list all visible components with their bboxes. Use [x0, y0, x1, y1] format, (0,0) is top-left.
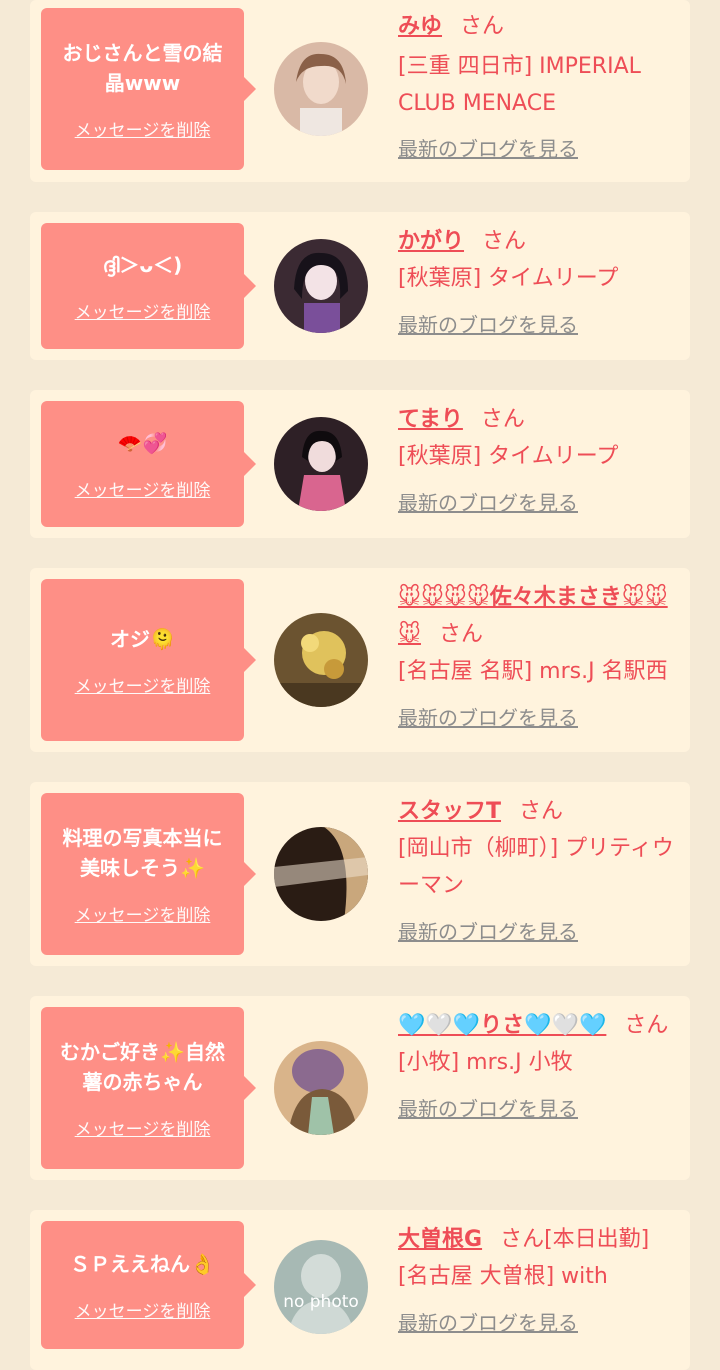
cast-name-link[interactable]: みゆ: [398, 14, 442, 39]
message-text: 🪭💞: [117, 430, 168, 455]
cast-name-link[interactable]: てまり: [398, 407, 463, 432]
delete-message-link[interactable]: メッセージを削除: [75, 901, 211, 926]
san-suffix: さん: [482, 229, 527, 254]
san-suffix: さん: [480, 407, 525, 432]
cast-name-link[interactable]: 大曽根G: [398, 1227, 482, 1252]
message-card: おじさんと雪の結晶www メッセージを削除 みゆ さん [三重 四日市] IMPE…: [30, 0, 690, 182]
avatar[interactable]: [274, 613, 368, 707]
message-list: おじさんと雪の結晶www メッセージを削除 みゆ さん [三重 四日市] IMPE…: [0, 0, 720, 1370]
message-text: むかご好き✨自然薯の赤ちゃん: [60, 1039, 225, 1094]
message-bubble: 料理の写真本当に美味しそう✨ メッセージを削除: [41, 793, 256, 955]
avatar[interactable]: [274, 417, 368, 511]
message-card: むかご好き✨自然薯の赤ちゃん メッセージを削除 🩵🤍🩵りさ🩵🤍🩵 さん [小牧] …: [30, 996, 690, 1180]
cast-name-link[interactable]: かがり: [398, 229, 464, 254]
san-suffix: さん: [460, 14, 505, 39]
shop-info: [秋葉原] タイムリープ: [398, 444, 619, 469]
no-photo-label: no photo: [283, 1292, 359, 1312]
delete-message-link[interactable]: メッセージを削除: [75, 1115, 211, 1140]
san-suffix: さん: [624, 1013, 669, 1038]
latest-blog-link[interactable]: 最新のブログを見る: [398, 703, 578, 733]
shop-info: [小牧] mrs.J 小牧: [398, 1050, 573, 1075]
message-text: ＳＰええねん👌: [70, 1251, 215, 1276]
status-suffix: [本日出勤]: [544, 1227, 650, 1252]
message-card: ദ്ദി＞ᴗ＜) メッセージを削除 かがり さん [秋葉原] タイムリープ 最新の…: [30, 212, 690, 360]
delete-message-link[interactable]: メッセージを削除: [75, 476, 211, 501]
message-bubble: ＳＰええねん👌 メッセージを削除: [41, 1221, 256, 1349]
latest-blog-link[interactable]: 最新のブログを見る: [398, 134, 578, 164]
message-bubble: オジ🫠 メッセージを削除: [41, 579, 256, 741]
shop-info: [名古屋 名駅] mrs.J 名駅西: [398, 659, 668, 684]
san-suffix: さん: [438, 622, 483, 647]
message-bubble: おじさんと雪の結晶www メッセージを削除: [41, 8, 256, 170]
message-text: 料理の写真本当に美味しそう✨: [62, 825, 223, 880]
message-bubble: 🪭💞 メッセージを削除: [41, 401, 256, 527]
san-suffix: さん: [519, 799, 564, 824]
message-text: おじさんと雪の結晶www: [62, 40, 223, 95]
message-card: 料理の写真本当に美味しそう✨ メッセージを削除 スタッフT さん [岡山市（柳町）…: [30, 782, 690, 966]
message-bubble: むかご好き✨自然薯の赤ちゃん メッセージを削除: [41, 1007, 256, 1169]
latest-blog-link[interactable]: 最新のブログを見る: [398, 488, 578, 518]
latest-blog-link[interactable]: 最新のブログを見る: [398, 310, 578, 340]
delete-message-link[interactable]: メッセージを削除: [75, 1297, 211, 1322]
shop-info: [名古屋 大曽根] with: [398, 1264, 608, 1289]
cast-name-link[interactable]: 🩵🤍🩵りさ🩵🤍🩵: [398, 1013, 606, 1038]
avatar[interactable]: [274, 1041, 368, 1135]
delete-message-link[interactable]: メッセージを削除: [75, 116, 211, 141]
latest-blog-link[interactable]: 最新のブログを見る: [398, 1308, 578, 1338]
avatar[interactable]: [274, 42, 368, 136]
avatar[interactable]: no photo: [274, 1240, 368, 1334]
message-card: オジ🫠 メッセージを削除 🐭🐭🐭🐭佐々木まさき🐭🐭🐭 さん [名古屋 名駅] mr…: [30, 568, 690, 752]
shop-info: [岡山市（柳町）] プリティウーマン: [398, 836, 674, 898]
avatar[interactable]: [274, 827, 368, 921]
avatar[interactable]: [274, 239, 368, 333]
message-bubble: ദ്ദി＞ᴗ＜) メッセージを削除: [41, 223, 256, 349]
cast-name-link[interactable]: スタッフT: [398, 799, 501, 824]
delete-message-link[interactable]: メッセージを削除: [75, 672, 211, 697]
san-suffix: さん: [500, 1227, 545, 1252]
latest-blog-link[interactable]: 最新のブログを見る: [398, 1094, 578, 1124]
message-text: ദ്ദി＞ᴗ＜): [102, 252, 183, 277]
message-card: ＳＰええねん👌 メッセージを削除 no photo 大曽根G さん[本日出勤] […: [30, 1210, 690, 1370]
message-card: 🪭💞 メッセージを削除 てまり さん [秋葉原] タイムリープ 最新のブログを見る: [30, 390, 690, 538]
delete-message-link[interactable]: メッセージを削除: [75, 298, 211, 323]
shop-info: [秋葉原] タイムリープ: [398, 266, 619, 291]
shop-info: [三重 四日市] IMPERIAL CLUB MENACE: [398, 54, 641, 116]
message-text: オジ🫠: [110, 626, 175, 651]
latest-blog-link[interactable]: 最新のブログを見る: [398, 917, 578, 947]
